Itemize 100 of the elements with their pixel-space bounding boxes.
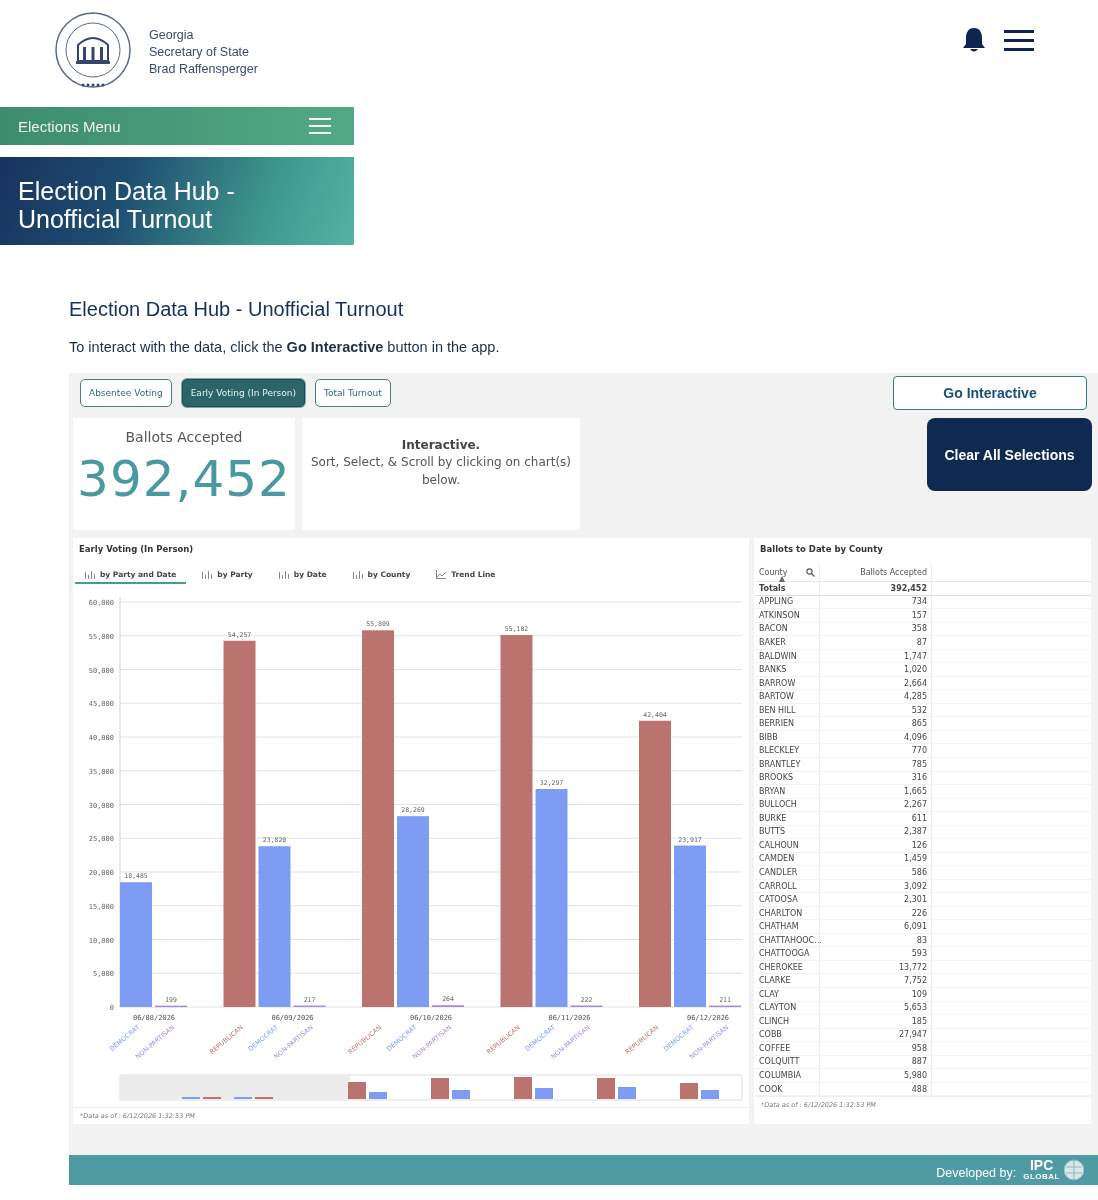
bar[interactable] bbox=[258, 846, 291, 1007]
table-cell[interactable]: APPLING bbox=[755, 595, 820, 609]
table-cell[interactable]: BUTTS bbox=[755, 825, 820, 839]
view-button[interactable]: Total Turnout bbox=[315, 379, 391, 407]
table-cell[interactable]: CHEROKEE bbox=[755, 960, 820, 974]
bar[interactable] bbox=[535, 789, 568, 1007]
table-cell: 2,664 bbox=[820, 676, 932, 690]
view-button[interactable]: Early Voting (In Person) bbox=[181, 379, 306, 407]
table-cell: 27,947 bbox=[820, 1028, 932, 1042]
table-cell: 734 bbox=[820, 595, 932, 609]
hero-title: Election Data Hub - Unofficial Turnout bbox=[18, 177, 236, 233]
table-cell[interactable]: BULLOCH bbox=[755, 798, 820, 812]
table-cell[interactable]: BALDWIN bbox=[755, 649, 820, 663]
table-cell: 358 bbox=[820, 622, 932, 636]
info-text: Sort, Select, & Scroll by clicking on chart(s) below. bbox=[310, 454, 572, 489]
table-cell: 316 bbox=[820, 771, 932, 785]
table-cell: 226 bbox=[820, 906, 932, 920]
table-cell[interactable]: CHATHAM bbox=[755, 920, 820, 933]
elections-menu-bar[interactable]: Elections Menu bbox=[0, 107, 354, 145]
table-cell: 109 bbox=[820, 988, 932, 1001]
column-header[interactable]: County bbox=[759, 567, 788, 577]
table-cell[interactable]: BRYAN bbox=[755, 785, 820, 798]
menu-icon[interactable] bbox=[1004, 27, 1034, 52]
search-icon[interactable] bbox=[805, 567, 815, 577]
table-cell[interactable]: COLUMBIA bbox=[755, 1069, 820, 1082]
table-cell[interactable]: BURKE bbox=[755, 812, 820, 825]
table-cell[interactable]: BIBB bbox=[755, 730, 820, 744]
table-cell[interactable]: BAKER bbox=[755, 636, 820, 649]
table-cell: 392,452 bbox=[820, 581, 932, 595]
table-cell[interactable]: COLQUITT bbox=[755, 1055, 820, 1069]
bar-chart-icon bbox=[202, 569, 213, 579]
table-cell: 958 bbox=[820, 1042, 932, 1055]
table-cell[interactable]: COFFEE bbox=[755, 1042, 820, 1055]
bar[interactable] bbox=[223, 640, 256, 1007]
org-name-line: Brad Raffensperger bbox=[149, 61, 258, 76]
table-cell[interactable]: CLAY bbox=[755, 988, 820, 1001]
table-cell[interactable]: CLINCH bbox=[755, 1015, 820, 1028]
table-cell[interactable]: BEN HILL bbox=[755, 703, 820, 717]
table-cell: 2,387 bbox=[820, 825, 932, 839]
bar[interactable] bbox=[155, 1005, 187, 1008]
table-cell: 4,096 bbox=[820, 730, 932, 744]
table-cell[interactable]: BLECKLEY bbox=[755, 744, 820, 757]
table-cell[interactable]: CATOOSA bbox=[755, 893, 820, 906]
org-name-line: Secretary of State bbox=[149, 44, 251, 59]
table-cell[interactable]: ATKINSON bbox=[755, 609, 820, 622]
panel-title: Early Voting (In Person) bbox=[78, 544, 195, 556]
table-cell[interactable]: CLAYTON bbox=[755, 1001, 820, 1015]
sort-icon[interactable] bbox=[779, 576, 785, 582]
table-cell[interactable]: BROOKS bbox=[755, 771, 820, 785]
table-cell: 785 bbox=[820, 758, 932, 771]
table-cell: 865 bbox=[820, 717, 932, 730]
table-cell[interactable]: CHATTAHOOC... bbox=[755, 933, 820, 947]
bar[interactable] bbox=[709, 1005, 741, 1008]
kpi-label: Ballots Accepted bbox=[125, 429, 243, 445]
table-cell[interactable]: CLARKE bbox=[755, 974, 820, 987]
table-cell: 1,665 bbox=[820, 785, 932, 798]
table-cell: 2,267 bbox=[820, 798, 932, 812]
table-cell[interactable]: BARTOW bbox=[755, 690, 820, 703]
table-cell[interactable]: BRANTLEY bbox=[755, 758, 820, 771]
table-cell: 5,980 bbox=[820, 1069, 932, 1082]
table-cell[interactable]: BERRIEN bbox=[755, 717, 820, 730]
table-cell: 83 bbox=[820, 933, 932, 947]
table-cell[interactable]: BACON bbox=[755, 622, 820, 636]
table-cell: 532 bbox=[820, 703, 932, 717]
bar[interactable] bbox=[293, 1005, 326, 1008]
table-cell: 5,653 bbox=[820, 1001, 932, 1015]
table-cell[interactable]: BANKS bbox=[755, 663, 820, 676]
line-chart-icon bbox=[436, 569, 447, 579]
table-cell[interactable]: CANDLER bbox=[755, 866, 820, 879]
bar[interactable] bbox=[500, 635, 533, 1007]
table-cell: 185 bbox=[820, 1015, 932, 1028]
table-cell[interactable]: CHARLTON bbox=[755, 906, 820, 920]
table-cell[interactable]: CARROLL bbox=[755, 879, 820, 893]
table-cell[interactable]: COOK bbox=[755, 1082, 820, 1096]
view-button[interactable]: Absentee Voting bbox=[80, 379, 172, 407]
table-cell[interactable]: CALHOUN bbox=[755, 839, 820, 852]
table-cell: 1,020 bbox=[820, 663, 932, 676]
go-interactive-button[interactable]: Go Interactive bbox=[893, 376, 1087, 410]
globe-icon bbox=[1064, 1159, 1084, 1181]
table-cell[interactable]: BARROW bbox=[755, 676, 820, 690]
clear-selections-button[interactable]: Clear All Selections bbox=[927, 418, 1092, 491]
table-cell: 6,091 bbox=[820, 920, 932, 933]
table-cell: 586 bbox=[820, 866, 932, 879]
bar-chart-icon bbox=[278, 569, 289, 579]
bell-icon[interactable] bbox=[960, 25, 988, 54]
column-header[interactable]: Ballots Accepted bbox=[860, 567, 927, 577]
table-cell: 488 bbox=[820, 1082, 932, 1096]
brand-name: IPC bbox=[1029, 1159, 1054, 1172]
table-cell: 13,772 bbox=[820, 960, 932, 974]
table-cell[interactable]: CAMDEN bbox=[755, 852, 820, 866]
table-cell: 2,301 bbox=[820, 893, 932, 906]
intro-text: To interact with the data, click the Go Interactive button in the app. bbox=[69, 339, 501, 355]
kpi-value: 392,452 bbox=[77, 449, 291, 509]
table-cell: 157 bbox=[820, 609, 932, 622]
table-cell[interactable]: COBB bbox=[755, 1028, 820, 1042]
table-cell: 87 bbox=[820, 636, 932, 649]
table-cell: 593 bbox=[820, 947, 932, 960]
table-cell: 4,285 bbox=[820, 690, 932, 703]
range-navigator[interactable] bbox=[119, 1074, 743, 1101]
table-cell[interactable]: CHATTOOGA bbox=[755, 947, 820, 960]
